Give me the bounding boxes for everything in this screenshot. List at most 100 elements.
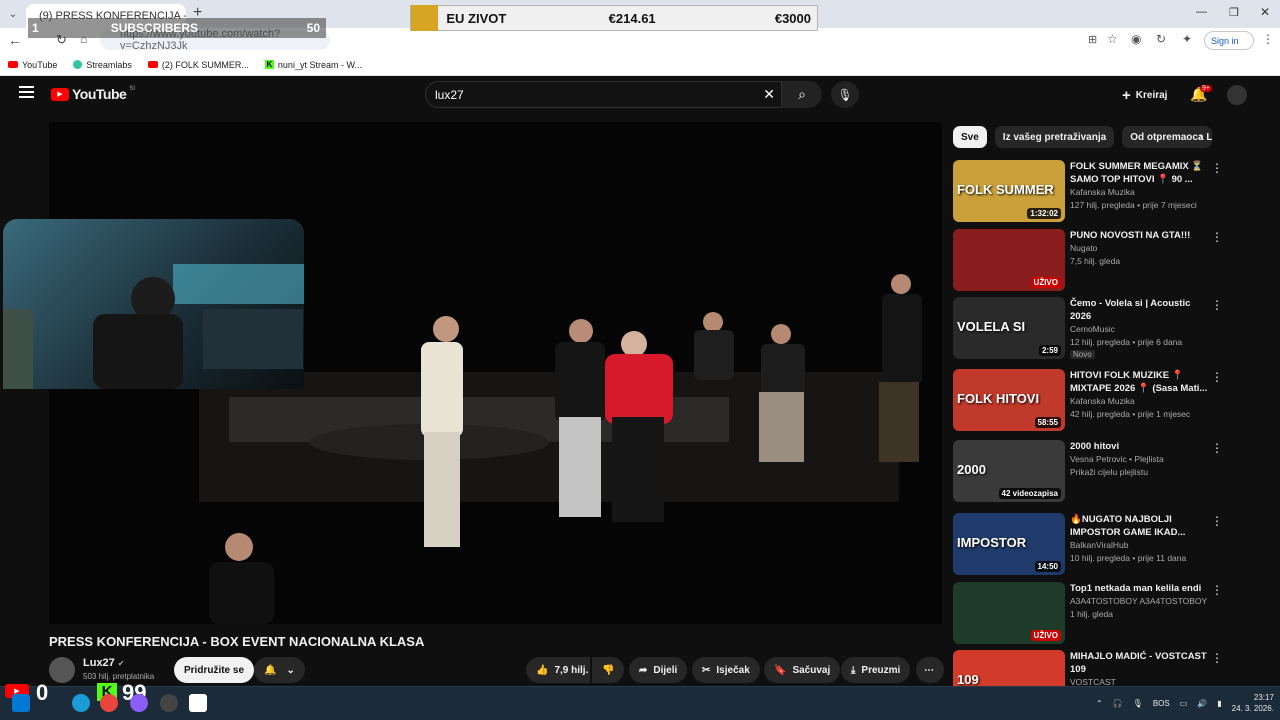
avatar[interactable]	[1227, 85, 1247, 105]
channel-avatar[interactable]	[49, 657, 75, 683]
recommendation-channel[interactable]: Vesna Petrovic • Plejlista	[1070, 453, 1208, 466]
recommendation-title[interactable]: Top1 netkada man kelila endi	[1070, 582, 1208, 595]
bookmark-youtube[interactable]: YouTube	[8, 60, 57, 70]
notification-settings-button[interactable]: 🔔 ⌄	[254, 657, 305, 683]
bookmark-streamlabs[interactable]: Streamlabs	[73, 60, 132, 70]
refresh-ext-icon[interactable]: ↻	[1156, 32, 1166, 46]
recommendation-menu-icon[interactable]: ⋮	[1211, 162, 1223, 178]
recommendation-thumbnail[interactable]: 2000 42 videozapisa	[953, 440, 1065, 502]
recommendation-item[interactable]: IMPOSTOR 14:50 🔥NUGATO NAJBOLJI IMPOSTOR G…	[953, 513, 1263, 575]
recommendation-thumbnail[interactable]: FOLK HITOVI 58:55	[953, 369, 1065, 431]
recommendation-menu-icon[interactable]: ⋮	[1211, 231, 1223, 247]
app-icon[interactable]	[130, 694, 148, 712]
search-input[interactable]: lux27 ✕	[425, 81, 782, 108]
discord-icon[interactable]	[189, 694, 207, 712]
recommendation-info: HITOVI FOLK MUZIKE 📍 MIXTAPE 2026 📍 (Sas…	[1070, 369, 1208, 421]
recommendation-menu-icon[interactable]: ⋮	[1211, 515, 1223, 531]
search-button[interactable]: ⌕	[782, 81, 822, 108]
create-button[interactable]: + Kreiraj	[1122, 87, 1167, 104]
recommendation-title[interactable]: 2000 hitovi	[1070, 440, 1208, 453]
recommendation-channel[interactable]: CemoMusic	[1070, 323, 1208, 336]
recommendation-title[interactable]: FOLK SUMMER MEGAMIX ⏳ SAMO TOP HITOVI 📍 …	[1070, 160, 1208, 186]
minimize-icon[interactable]: —	[1196, 6, 1207, 18]
recommendation-channel[interactable]: Nugato	[1070, 242, 1208, 255]
dislike-button[interactable]: 👎	[592, 657, 624, 683]
tray-chevron-icon[interactable]: ⌃	[1096, 699, 1103, 708]
edge-icon[interactable]	[72, 694, 90, 712]
share-button[interactable]: ➦ Dijeli	[629, 657, 688, 683]
more-actions-button[interactable]: ⋯	[916, 657, 944, 683]
recommendation-title[interactable]: 🔥NUGATO NAJBOLJI IMPOSTOR GAME IKAD...	[1070, 513, 1208, 539]
chevron-right-icon[interactable]: ›	[1199, 129, 1203, 144]
language-indicator[interactable]: BOS	[1153, 699, 1170, 708]
save-label: Sačuvaj	[792, 664, 831, 676]
recommendation-channel[interactable]: Kafanska Muzika	[1070, 395, 1208, 408]
close-window-icon[interactable]: ✕	[1260, 5, 1270, 19]
maximize-icon[interactable]: ❐	[1229, 6, 1239, 19]
windows-start-icon[interactable]	[12, 694, 30, 712]
clear-search-icon[interactable]: ✕	[763, 86, 775, 103]
recommendation-menu-icon[interactable]: ⋮	[1211, 371, 1223, 387]
recommendation-item[interactable]: VOLELA SI 2:59 Čemo - Volela si | Acoustic…	[953, 297, 1263, 359]
recommendation-thumbnail[interactable]: FOLK SUMMER 1:32:02	[953, 160, 1065, 222]
recommendation-title[interactable]: Čemo - Volela si | Acoustic 2026	[1070, 297, 1208, 323]
chrome-icon[interactable]	[100, 694, 118, 712]
recommendation-channel[interactable]: BalkanViralHub	[1070, 539, 1208, 552]
recommendation-thumbnail[interactable]: VOLELA SI 2:59	[953, 297, 1065, 359]
bell-icon: 🔔	[264, 664, 277, 676]
battery-icon[interactable]: ▮	[1217, 699, 1221, 708]
recommendation-title[interactable]: HITOVI FOLK MUZIKE 📍 MIXTAPE 2026 📍 (Sas…	[1070, 369, 1208, 395]
download-button[interactable]: ⤓ Preuzmi	[841, 657, 911, 683]
like-count: 7,9 hilj.	[554, 664, 589, 676]
channel-name[interactable]: Lux27	[83, 657, 115, 669]
recommendation-channel[interactable]: A3A4TOSTOBOY A3A4TOSTOBOY	[1070, 595, 1208, 608]
like-button[interactable]: 👍 7,9 hilj.	[526, 657, 590, 683]
clock[interactable]: 23:17 24. 3. 2026.	[1232, 692, 1274, 714]
recommendation-info: FOLK SUMMER MEGAMIX ⏳ SAMO TOP HITOVI 📍 …	[1070, 160, 1208, 212]
bookmark-star-icon[interactable]: ☆	[1107, 32, 1118, 46]
hamburger-menu-icon[interactable]	[19, 86, 34, 98]
recommendation-item[interactable]: FOLK HITOVI 58:55 HITOVI FOLK MUZIKE 📍 MIX…	[953, 369, 1263, 431]
save-button[interactable]: 🔖 Sačuvaj	[764, 657, 841, 683]
profile-ext-icon[interactable]: ◉	[1131, 32, 1141, 46]
recommendation-thumbnail[interactable]: IMPOSTOR 14:50	[953, 513, 1065, 575]
download-label: Preuzmi	[861, 664, 901, 676]
extensions-puzzle-icon[interactable]: ✦	[1182, 32, 1192, 46]
webcam-frame	[3, 264, 304, 389]
recommendation-title[interactable]: MIHAJLO MADIĆ - VOSTCAST 109	[1070, 650, 1208, 676]
recommendation-menu-icon[interactable]: ⋮	[1211, 442, 1223, 458]
headset-icon[interactable]: 🎧	[1113, 699, 1123, 708]
volume-icon[interactable]: 🔊	[1197, 699, 1207, 708]
tab-list-icon[interactable]: ⌄	[6, 7, 20, 21]
bookmark-folk-summer[interactable]: (2) FOLK SUMMER...	[147, 60, 249, 70]
mic-tray-icon[interactable]: 🎙	[1133, 699, 1143, 708]
recommendation-thumbnail[interactable]: UŽIVO	[953, 582, 1065, 644]
recommendation-channel[interactable]: Kafanska Muzika	[1070, 186, 1208, 199]
recommendation-thumbnail[interactable]: UŽIVO	[953, 229, 1065, 291]
chip-from-search[interactable]: Iz vašeg pretraživanja	[994, 126, 1115, 148]
voice-search-button[interactable]: 🎙	[831, 81, 859, 108]
recommendation-menu-icon[interactable]: ⋮	[1211, 299, 1223, 315]
bookmark-kick-stream[interactable]: Knuni_yt Stream - W...	[264, 60, 362, 70]
obs-icon[interactable]	[160, 694, 178, 712]
recommendation-menu-icon[interactable]: ⋮	[1211, 584, 1223, 600]
browser-menu-icon[interactable]: ⋮	[1262, 32, 1274, 46]
recommendation-item[interactable]: UŽIVO PUNO NOVOSTI NA GTA!!! Nugato 7,5 hil…	[953, 229, 1263, 291]
youtube-logo[interactable]: ▶ YouTube SI	[51, 86, 135, 102]
bookmark-label: Streamlabs	[86, 59, 132, 70]
recommendation-title[interactable]: PUNO NOVOSTI NA GTA!!!	[1070, 229, 1208, 242]
recommendation-menu-icon[interactable]: ⋮	[1211, 652, 1223, 668]
clip-label: Isječak	[716, 664, 750, 676]
network-icon[interactable]: ▭	[1180, 699, 1188, 708]
chip-all[interactable]: Sve	[953, 126, 987, 148]
recommendation-item[interactable]: FOLK SUMMER 1:32:02 FOLK SUMMER MEGAMIX ⏳ …	[953, 160, 1263, 222]
recommendation-item[interactable]: 2000 42 videozapisa 2000 hitovi Vesna Petro…	[953, 440, 1263, 502]
clip-button[interactable]: ✂ Isječak	[692, 657, 760, 683]
back-icon[interactable]: ←	[8, 32, 22, 48]
extension-icon[interactable]: ⊞	[1088, 33, 1097, 46]
recommendation-item[interactable]: UŽIVO Top1 netkada man kelila endi A3A4TOS…	[953, 582, 1263, 644]
join-button[interactable]: Pridružite se	[174, 657, 255, 683]
live-badge: UŽIVO	[1030, 277, 1061, 288]
sign-in-button[interactable]: Sign in	[1204, 31, 1254, 50]
youtube-icon	[8, 61, 18, 68]
